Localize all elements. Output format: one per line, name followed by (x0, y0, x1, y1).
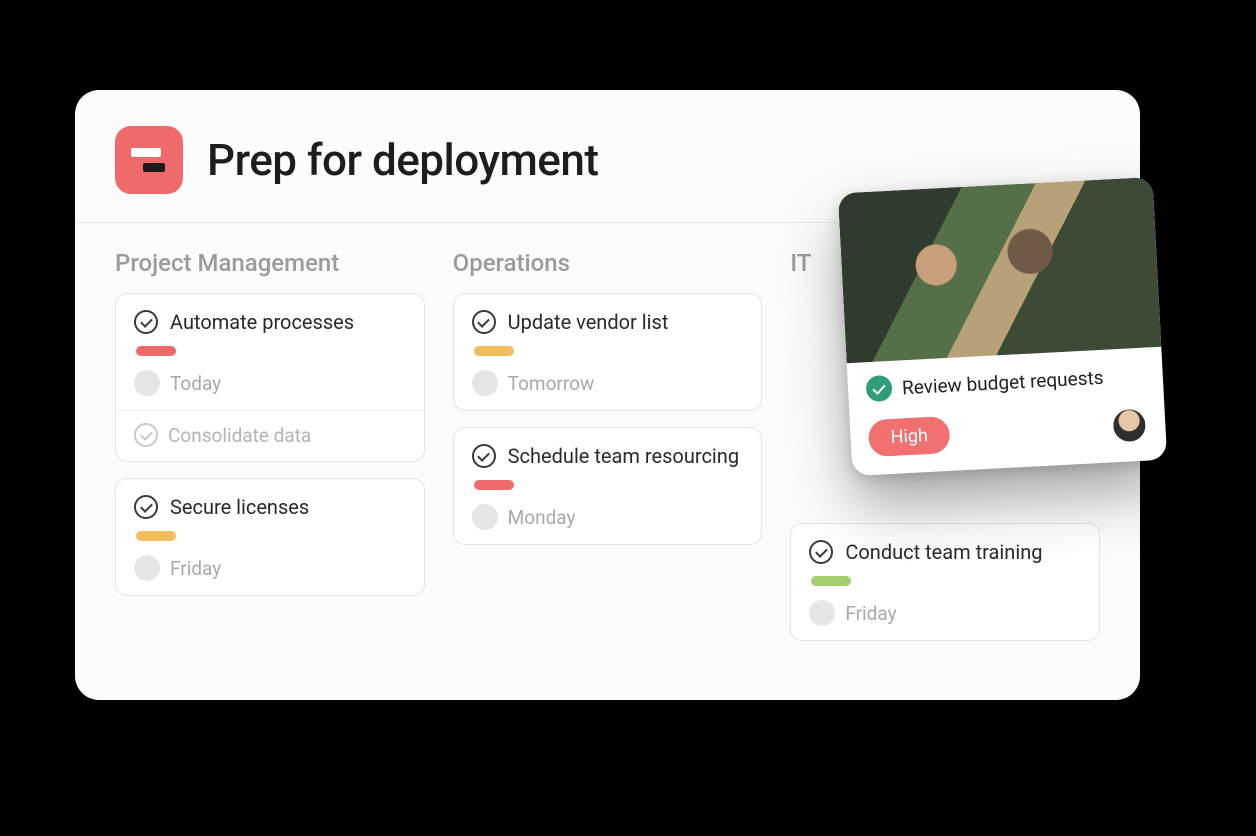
task-detail-card[interactable]: Review budget requests High (838, 177, 1167, 476)
priority-tag (474, 346, 514, 356)
column-title: Operations (453, 249, 763, 277)
complete-check-icon[interactable] (134, 310, 158, 334)
priority-badge[interactable]: High (868, 416, 951, 457)
task-card[interactable]: Conduct team training Friday (790, 523, 1100, 641)
task-card[interactable]: Automate processes Today Consolidate dat… (115, 293, 425, 462)
task-title: Update vendor list (508, 310, 669, 334)
assignee-placeholder-icon[interactable] (809, 600, 835, 626)
task-title: Schedule team resourcing (508, 444, 739, 468)
assignee-avatar[interactable] (1110, 406, 1148, 444)
due-date: Friday (845, 602, 896, 625)
assignee-placeholder-icon[interactable] (134, 555, 160, 581)
complete-check-icon[interactable] (472, 444, 496, 468)
subtask-check-icon[interactable] (134, 423, 158, 447)
complete-check-icon[interactable] (809, 540, 833, 564)
assignee-placeholder-icon[interactable] (134, 370, 160, 396)
priority-tag (136, 346, 176, 356)
due-date: Tomorrow (508, 372, 595, 395)
task-cover-image (838, 177, 1161, 363)
task-title: Secure licenses (170, 495, 309, 519)
due-date: Today (170, 372, 221, 395)
priority-tag (811, 576, 851, 586)
due-date: Monday (508, 506, 576, 529)
column-operations: Operations Update vendor list Tomorrow S… (453, 249, 763, 657)
task-card[interactable]: Schedule team resourcing Monday (453, 427, 763, 545)
subtask-title: Consolidate data (168, 424, 311, 447)
task-card[interactable]: Update vendor list Tomorrow (453, 293, 763, 411)
project-title: Prep for deployment (207, 134, 598, 186)
assignee-placeholder-icon[interactable] (472, 370, 498, 396)
complete-check-icon[interactable] (472, 310, 496, 334)
assignee-placeholder-icon[interactable] (472, 504, 498, 530)
column-title: Project Management (115, 249, 425, 277)
complete-check-icon[interactable] (134, 495, 158, 519)
task-title: Automate processes (170, 310, 354, 334)
priority-tag (474, 480, 514, 490)
priority-tag (136, 531, 176, 541)
completed-check-icon[interactable] (865, 375, 892, 402)
detail-task-title: Review budget requests (901, 365, 1104, 399)
divider (116, 410, 424, 411)
due-date: Friday (170, 557, 221, 580)
task-title: Conduct team training (845, 540, 1042, 564)
column-project-management: Project Management Automate processes To… (115, 249, 425, 657)
project-icon (115, 126, 183, 194)
task-card[interactable]: Secure licenses Friday (115, 478, 425, 596)
